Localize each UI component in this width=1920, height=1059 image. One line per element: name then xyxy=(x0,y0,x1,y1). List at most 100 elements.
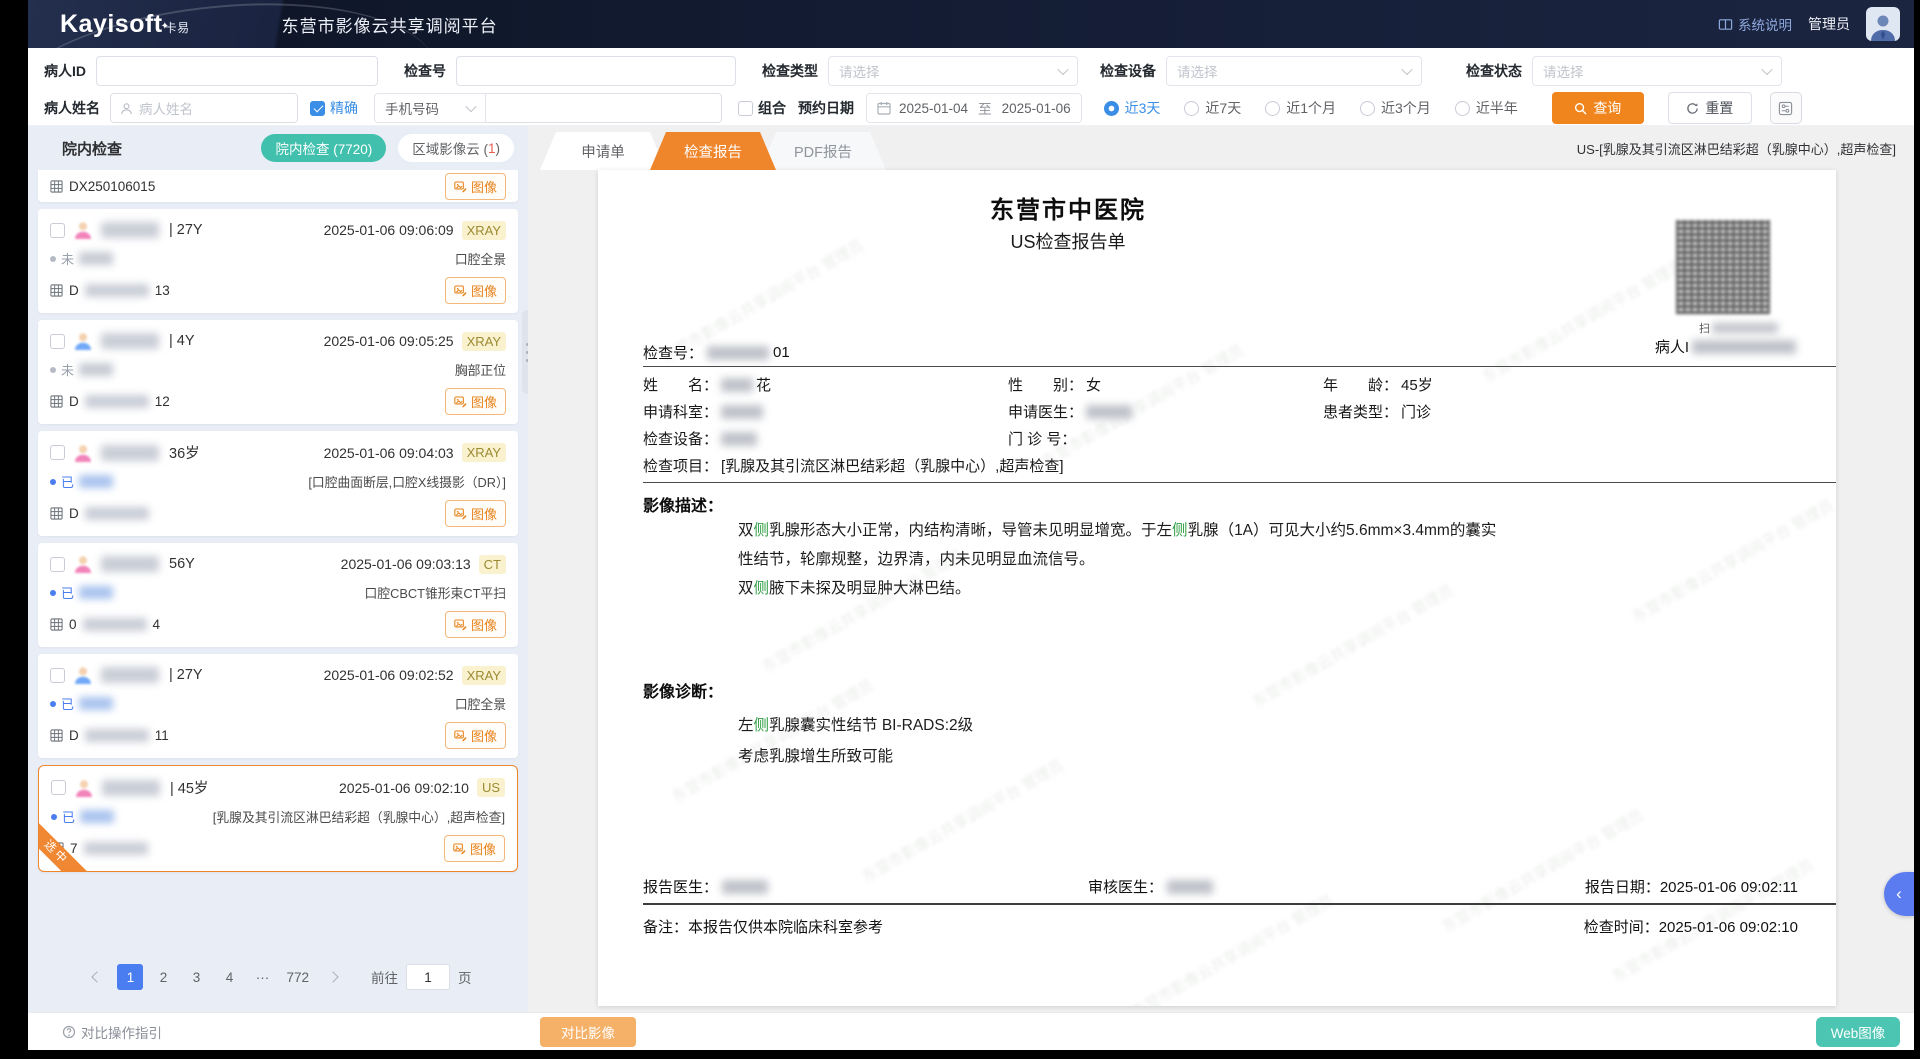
compare-images-button[interactable]: 对比影像 xyxy=(540,1017,636,1047)
search-button[interactable]: 查询 xyxy=(1552,92,1644,124)
phone-input[interactable] xyxy=(486,93,722,123)
modality-badge: CT xyxy=(479,555,506,574)
web-image-button[interactable]: Web图像 xyxy=(1816,1017,1900,1047)
range-近3个月[interactable]: 近3个月 xyxy=(1360,98,1431,118)
exam-list: DX250106015 图像 | 27Y 2025-01-06 09:06:09… xyxy=(28,170,528,932)
qr-code xyxy=(1676,220,1770,314)
qr-caption: 扫 xyxy=(1699,320,1778,336)
report-note: 备注：本报告仅供本院临床科室参考 xyxy=(643,916,883,937)
exam-id: 04 xyxy=(50,617,160,632)
collapse-panel-button[interactable]: ‹ xyxy=(1884,872,1914,916)
layout-settings-button[interactable] xyxy=(1770,92,1802,124)
divider xyxy=(643,366,1836,367)
reset-button[interactable]: 重置 xyxy=(1668,92,1752,124)
exam-checkbox[interactable] xyxy=(51,780,66,795)
exam-checkbox[interactable] xyxy=(50,223,65,238)
date-range-picker[interactable]: 2025-01-04 至 2025-01-06 xyxy=(866,93,1082,123)
exam-list-item[interactable]: | 27Y 2025-01-06 09:06:09 XRAY 未 口腔全景 D1… xyxy=(38,209,518,313)
page-button-772[interactable]: 772 xyxy=(282,964,313,990)
exam-list-item-partial[interactable]: DX250106015 图像 xyxy=(38,170,518,202)
page-button-4[interactable]: 4 xyxy=(216,964,242,990)
exam-checkbox[interactable] xyxy=(50,668,65,683)
exam-checkbox[interactable] xyxy=(50,334,65,349)
range-近3天[interactable]: 近3天 xyxy=(1104,98,1161,118)
exam-list-item[interactable]: | 4Y 2025-01-06 09:05:25 XRAY 未 胸部正位 D12… xyxy=(38,320,518,424)
exact-checkbox[interactable] xyxy=(310,101,325,116)
field-name: 姓 名：花 xyxy=(643,374,771,395)
exam-datetime: 2025-01-06 09:02:10 xyxy=(339,780,469,796)
grid-icon xyxy=(50,284,63,297)
exam-status: 已 xyxy=(50,472,113,491)
modality-badge: US xyxy=(477,778,505,797)
hospital-name: 东营市中医院 xyxy=(598,190,1538,225)
exam-status-label: 检查状态 xyxy=(1466,61,1522,81)
report-panel: 申请单检查报告PDF报告 US-[乳腺及其引流区淋巴结彩超（乳腺中心）,超声检查… xyxy=(528,126,1914,1012)
tab-regional-cloud[interactable]: 区域影像云 (1) xyxy=(398,134,514,162)
username-label[interactable]: 管理员 xyxy=(1808,14,1850,34)
radio-icon xyxy=(1184,101,1199,116)
image-button[interactable]: 图像 xyxy=(445,173,506,200)
report-date: 报告日期：2025-01-06 09:02:11 xyxy=(1585,876,1798,897)
goto-page-input[interactable] xyxy=(406,964,450,990)
exam-type-select[interactable]: 请选择 xyxy=(828,56,1078,86)
radio-icon xyxy=(1360,101,1375,116)
compare-guide-link[interactable]: 对比操作指引 xyxy=(62,1013,162,1050)
patient-name-input[interactable]: 病人姓名 xyxy=(110,93,298,123)
system-help-link[interactable]: 系统说明 xyxy=(1718,14,1792,34)
image-button[interactable]: 图像 xyxy=(445,388,506,415)
exam-list-item[interactable]: | 45岁 2025-01-06 09:02:10 US 已 [乳腺及其引流区淋… xyxy=(38,765,518,872)
exam-datetime: 2025-01-06 09:03:13 xyxy=(341,556,471,572)
exam-status-select[interactable]: 请选择 xyxy=(1532,56,1782,86)
exam-list-item[interactable]: 56Y 2025-01-06 09:03:13 CT 已 口腔CBCT锥形束CT… xyxy=(38,543,518,647)
image-button[interactable]: 图像 xyxy=(445,277,506,304)
tab-检查报告[interactable]: 检查报告 xyxy=(650,132,776,170)
image-button[interactable]: 图像 xyxy=(445,611,506,638)
report-doctor: 报告医生： xyxy=(643,876,768,897)
combo-checkbox[interactable] xyxy=(738,101,753,116)
image-edit-icon xyxy=(454,180,467,193)
pagination: 1234···772 前往 页 xyxy=(28,964,528,990)
phone-field-select[interactable]: 手机号码 xyxy=(374,93,486,123)
image-button[interactable]: 图像 xyxy=(445,500,506,527)
range-近1个月[interactable]: 近1个月 xyxy=(1265,98,1336,118)
page-button-2[interactable]: 2 xyxy=(150,964,176,990)
exam-list-item[interactable]: 36岁 2025-01-06 09:04:03 XRAY 已 [口腔曲面断层,口… xyxy=(38,431,518,536)
exam-no-input[interactable] xyxy=(456,56,736,86)
sliders-icon xyxy=(1778,101,1793,116)
image-button[interactable]: 图像 xyxy=(445,722,506,749)
page-button-3[interactable]: 3 xyxy=(183,964,209,990)
chevron-down-icon xyxy=(465,101,476,112)
patient-id-input[interactable] xyxy=(96,56,378,86)
exam-name: 口腔全景 xyxy=(455,249,506,268)
tab-hospital-exams[interactable]: 院内检查 (7720) xyxy=(261,134,386,162)
user-avatar[interactable] xyxy=(1866,7,1900,41)
exam-checkbox[interactable] xyxy=(50,445,65,460)
page-button-···[interactable]: ··· xyxy=(249,964,275,990)
patient-avatar-icon xyxy=(73,554,93,574)
tab-申请单[interactable]: 申请单 xyxy=(540,132,666,170)
exam-device-select[interactable]: 请选择 xyxy=(1166,56,1422,86)
range-近半年[interactable]: 近半年 xyxy=(1455,98,1518,118)
exam-name: [乳腺及其引流区淋巴结彩超（乳腺中心）,超声检查] xyxy=(213,807,505,826)
grid-icon xyxy=(50,507,63,520)
prev-page-button[interactable] xyxy=(84,964,110,990)
exam-name: 胸部正位 xyxy=(455,360,506,379)
image-button[interactable]: 图像 xyxy=(444,835,505,862)
radio-icon xyxy=(1104,101,1119,116)
exam-checkbox[interactable] xyxy=(50,557,65,572)
exam-datetime: 2025-01-06 09:04:03 xyxy=(324,445,454,461)
page-button-1[interactable]: 1 xyxy=(117,964,143,990)
book-icon xyxy=(1718,17,1733,32)
tab-PDF报告[interactable]: PDF报告 xyxy=(760,132,886,170)
patient-age: | 45岁 xyxy=(170,777,208,798)
patient-avatar-icon xyxy=(73,665,93,685)
next-page-button[interactable] xyxy=(320,964,346,990)
exam-status: 未 xyxy=(50,249,113,268)
range-近7天[interactable]: 近7天 xyxy=(1184,98,1241,118)
watermark: 东营市影像云共享调阅平台 管理员 xyxy=(858,754,1067,887)
exam-list-item[interactable]: | 27Y 2025-01-06 09:02:52 XRAY 已 口腔全景 D1… xyxy=(38,654,518,758)
person-icon xyxy=(120,102,133,115)
exam-type-label: 检查类型 xyxy=(762,61,818,81)
radio-icon xyxy=(1265,101,1280,116)
report-exam-no: 检查号：01 xyxy=(643,342,790,363)
